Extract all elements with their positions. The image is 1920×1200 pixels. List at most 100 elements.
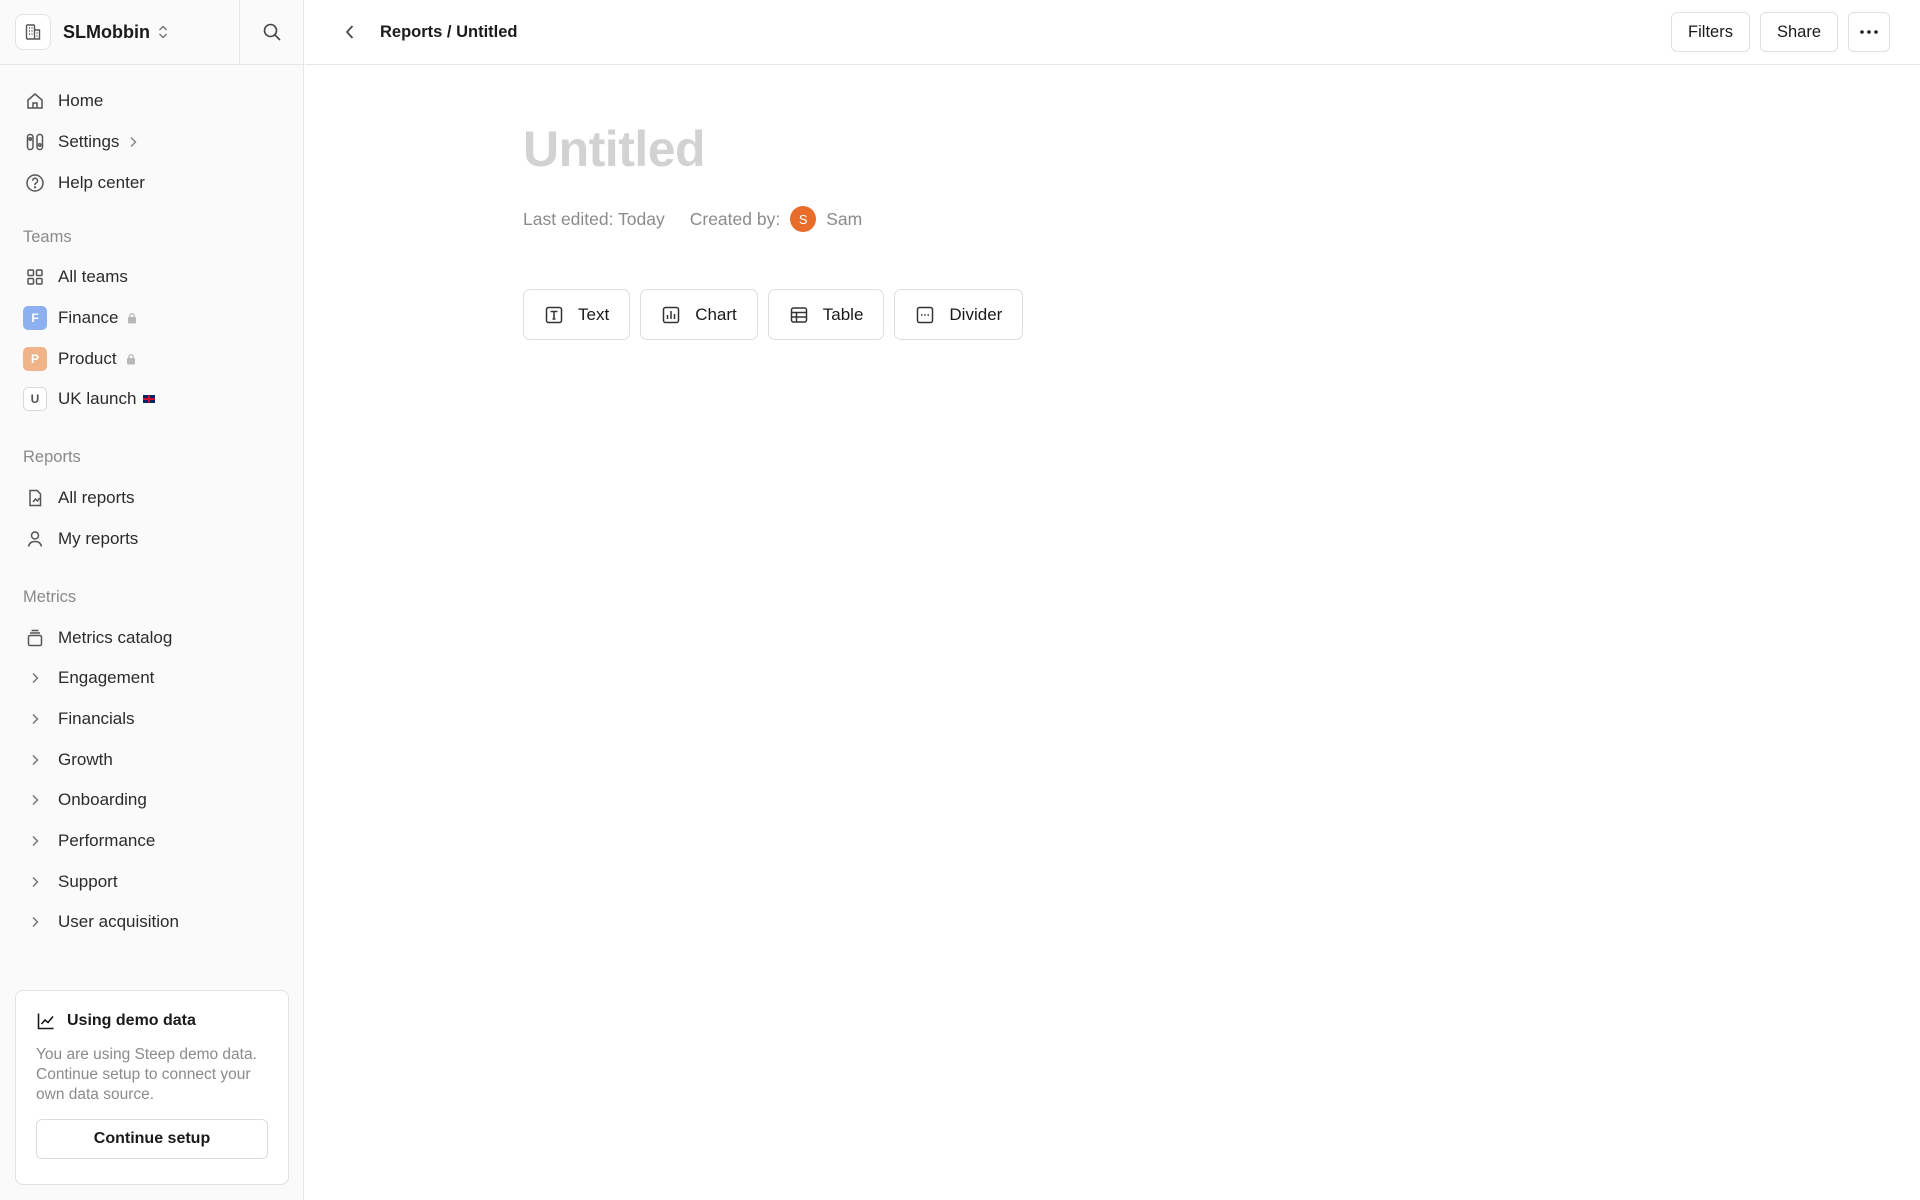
sidebar-item-label: All teams [58,267,128,287]
chevron-updown-icon [156,24,170,40]
section-title-metrics: Metrics [23,587,77,606]
sidebar-item-finance[interactable]: F Finance [0,298,303,339]
workspace-switcher[interactable]: SLMobbin [0,0,240,64]
sidebar-item-metrics-catalog[interactable]: Metrics catalog [0,617,303,658]
lock-icon [125,353,137,365]
table-icon [789,305,809,325]
team-badge: P [23,346,47,371]
block-label: Text [578,304,610,324]
report-meta: Last edited: Today Created by: S Sam [523,206,1023,232]
breadcrumb: Reports / Untitled [380,22,518,41]
avatar: S [790,206,817,232]
section-title-reports: Reports [23,448,81,467]
demo-data-description: You are using Steep demo data. Continue … [36,1046,257,1103]
add-divider-button[interactable]: Divider [894,289,1024,340]
sidebar-item-financials[interactable]: Financials [0,699,303,740]
sidebar-item-product[interactable]: P Product [0,338,303,379]
sidebar-item-label: My reports [58,528,139,548]
chevron-right-icon [22,869,48,895]
text-icon [544,305,564,325]
chevron-left-icon [343,23,357,41]
sidebar-item-label: Financials [58,708,135,728]
sidebar-item-settings[interactable]: Settings [0,122,303,163]
divider-icon [915,305,935,325]
uk-flag-icon [142,394,157,405]
search-icon [262,22,282,42]
chevron-right-icon [22,909,48,935]
sidebar-item-my-reports[interactable]: My reports [0,519,303,560]
sidebar-item-label: Home [58,91,104,111]
sidebar-item-growth[interactable]: Growth [0,739,303,780]
team-badge: F [23,306,47,331]
block-label: Chart [695,304,737,324]
sidebar-item-uk-launch[interactable]: U UK launch [0,379,303,420]
chevron-right-icon [22,706,48,732]
sidebar-item-help-center[interactable]: Help center [0,162,303,203]
sidebar-item-label: Product [58,348,117,368]
demo-data-card: Using demo data You are using Steep demo… [15,990,289,1185]
back-button[interactable] [330,12,370,52]
demo-data-title: Using demo data [67,1012,196,1029]
last-edited: Last edited: Today [523,208,665,229]
workspace-name: SLMobbin [63,21,150,42]
add-block-toolbar: Text Chart Table Divider [523,289,1024,340]
sidebar-item-label: All reports [58,488,135,508]
sidebar-item-all-reports[interactable]: All reports [0,478,303,519]
help-circle-icon [22,170,48,196]
sidebar-item-all-teams[interactable]: All teams [0,257,303,298]
sidebar-item-performance[interactable]: Performance [0,821,303,862]
more-horizontal-icon [1860,30,1878,34]
sidebar-item-support[interactable]: Support [0,861,303,902]
add-chart-button[interactable]: Chart [640,289,758,340]
sidebar-item-label: Onboarding [58,790,147,810]
sidebar-item-label: Engagement [58,668,155,688]
building-icon [15,14,51,50]
lock-icon [126,312,138,324]
settings-icon [22,129,48,155]
block-label: Table [822,304,864,324]
sidebar-item-label: Metrics catalog [58,627,173,647]
sidebar-item-label: Help center [58,172,145,192]
sidebar-item-label: Settings [58,132,120,152]
share-button[interactable]: Share [1759,12,1838,52]
sidebar-item-engagement[interactable]: Engagement [0,658,303,699]
sidebar-item-label: Growth [58,749,113,769]
report-icon [22,485,48,511]
sidebar-item-label: UK launch [58,389,137,409]
chevron-right-icon [127,135,139,149]
sidebar-nav: Home Settings Help center Teams All team… [0,65,303,943]
stack-icon [22,625,48,651]
block-label: Divider [949,304,1003,324]
chevron-right-icon [22,787,48,813]
report-title-input[interactable]: Untitled [523,120,1023,188]
team-badge: U [23,387,47,412]
more-options-button[interactable] [1848,12,1890,52]
chevron-right-icon [22,828,48,854]
filters-button[interactable]: Filters [1671,12,1750,52]
add-table-button[interactable]: Table [767,289,885,340]
chevron-right-icon [22,747,48,773]
top-bar: Reports / Untitled Filters Share [305,0,1920,65]
sidebar-item-onboarding[interactable]: Onboarding [0,780,303,821]
top-actions: Filters Share [1671,12,1890,52]
report-editor: Untitled Last edited: Today Created by: … [523,120,1024,340]
sidebar-item-home[interactable]: Home [0,81,303,122]
add-text-button[interactable]: Text [523,289,631,340]
section-title-teams: Teams [23,227,72,246]
creator-name: Sam [826,208,863,229]
demo-data-header: Using demo data [36,1011,268,1031]
bar-chart-icon [661,305,681,325]
sidebar-item-label: Support [58,871,118,891]
continue-setup-button[interactable]: Continue setup [36,1119,268,1159]
user-icon [22,526,48,552]
created-by-label: Created by: [689,208,781,229]
chevron-right-icon [22,665,48,691]
grid-icon [22,264,48,290]
sidebar-item-label: User acquisition [58,912,179,932]
sidebar-item-label: Performance [58,830,156,850]
line-chart-icon [36,1011,56,1031]
sidebar-item-label: Finance [58,308,119,328]
search-button[interactable] [240,0,303,64]
sidebar-item-user-acquisition[interactable]: User acquisition [0,902,303,943]
home-icon [22,88,48,114]
